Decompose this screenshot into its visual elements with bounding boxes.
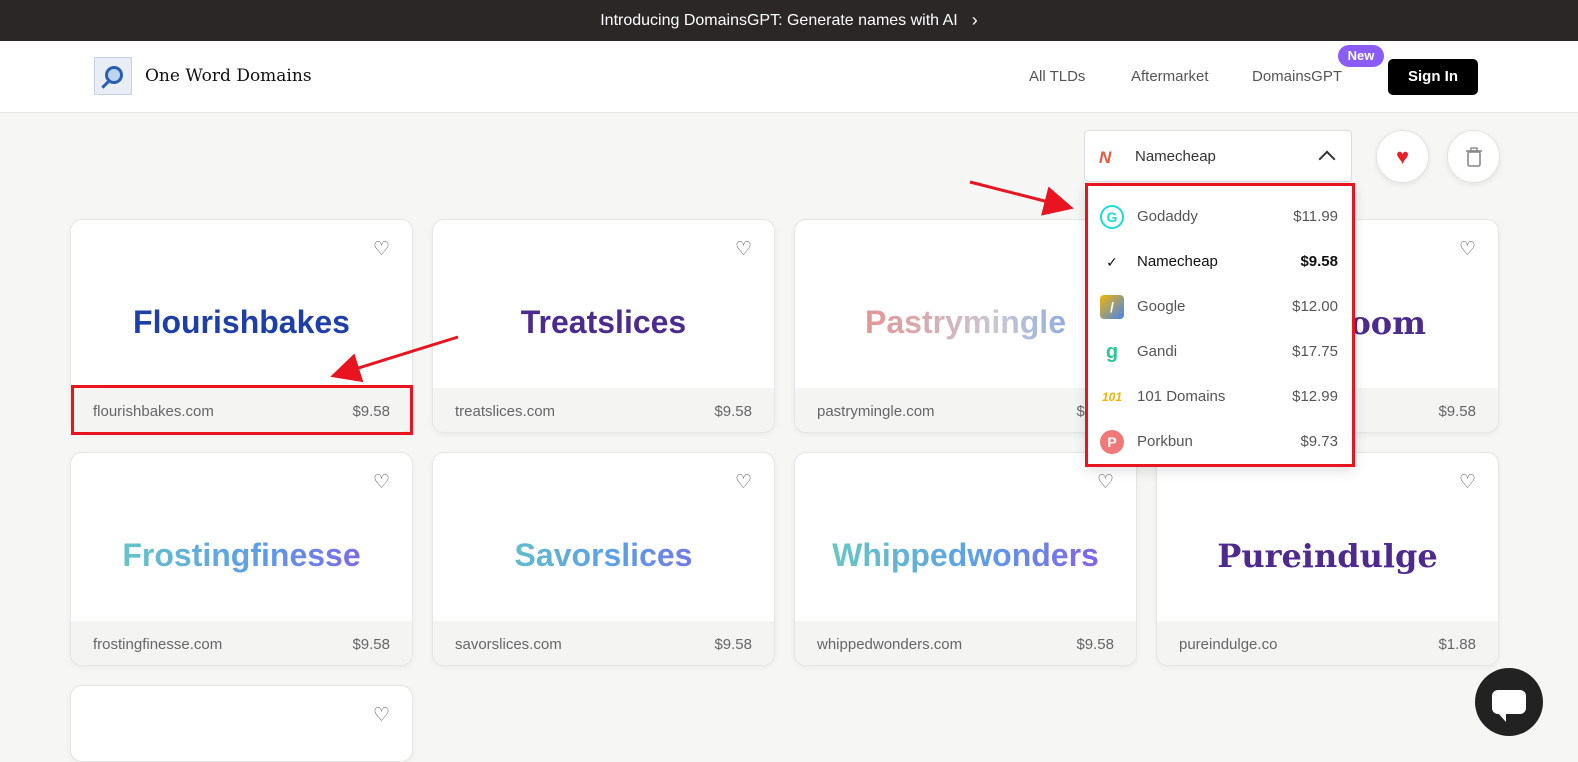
chat-icon — [1492, 690, 1526, 722]
annotation-arrow — [969, 180, 1074, 216]
chat-button[interactable] — [1475, 668, 1543, 736]
annotation-arrows — [330, 180, 1074, 383]
annotation-arrow — [330, 335, 459, 383]
